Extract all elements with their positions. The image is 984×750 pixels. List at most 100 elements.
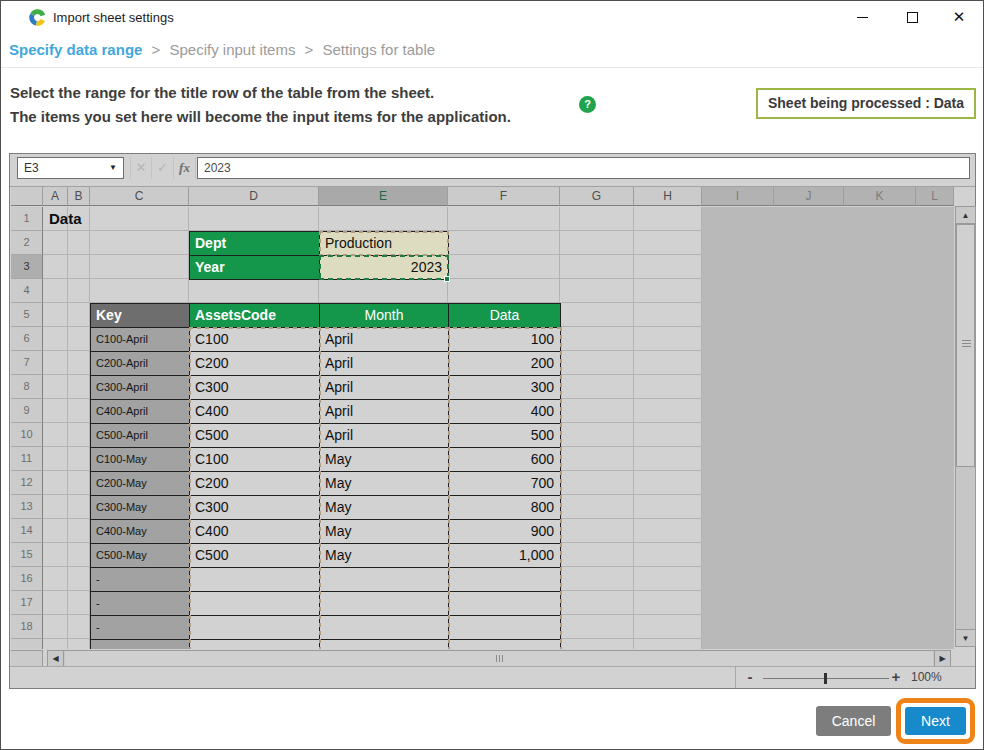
cell-H8[interactable] (634, 375, 702, 399)
cell-F1[interactable] (448, 207, 560, 231)
cell-H4[interactable] (634, 279, 702, 303)
row-header-17[interactable]: 17 (11, 591, 43, 615)
cell-G8[interactable] (560, 375, 634, 399)
cell-C13[interactable]: C300-May (90, 495, 190, 520)
cell-F8[interactable]: 300 (448, 375, 561, 400)
cell-F3[interactable] (448, 255, 560, 279)
cell-D6[interactable]: C100 (189, 327, 320, 352)
scroll-left-icon[interactable]: ◀ (48, 651, 64, 666)
maximize-button[interactable] (892, 3, 932, 31)
close-button[interactable]: ✕ (939, 3, 979, 31)
row-header-13[interactable]: 13 (11, 495, 43, 519)
cell-F10[interactable]: 500 (448, 423, 561, 448)
row-header-8[interactable]: 8 (11, 375, 43, 399)
cell-E9[interactable]: April (319, 399, 449, 424)
fill-handle[interactable] (444, 276, 450, 282)
cell-A4[interactable] (43, 279, 68, 303)
column-header-C[interactable]: C (90, 187, 189, 206)
cell-D11[interactable]: C100 (189, 447, 320, 472)
cell-A14[interactable] (43, 519, 68, 543)
cell-A15[interactable] (43, 543, 68, 567)
cell-A11[interactable] (43, 447, 68, 471)
cell-E11[interactable]: May (319, 447, 449, 472)
row-header-1[interactable]: 1 (11, 207, 43, 231)
cell-A8[interactable] (43, 375, 68, 399)
cell-B9[interactable] (68, 399, 90, 423)
cell-D15[interactable]: C500 (189, 543, 320, 568)
cancel-button[interactable]: Cancel (816, 706, 891, 736)
column-header-B[interactable]: B (68, 187, 90, 206)
cell-F7[interactable]: 200 (448, 351, 561, 376)
cell-B3[interactable] (68, 255, 90, 279)
name-box-dropdown-icon[interactable]: ▼ (106, 158, 120, 178)
cell-B16[interactable] (68, 567, 90, 591)
cell-E10[interactable]: April (319, 423, 449, 448)
cell-C2[interactable] (90, 231, 189, 255)
cell-E5[interactable]: Month (319, 303, 449, 328)
row-header-11[interactable]: 11 (11, 447, 43, 471)
cell-D17[interactable] (189, 591, 320, 616)
cell-H10[interactable] (634, 423, 702, 447)
row-header-6[interactable]: 6 (11, 327, 43, 351)
row-header-2[interactable]: 2 (11, 231, 43, 255)
column-header-G[interactable]: G (560, 187, 634, 206)
cell-H12[interactable] (634, 471, 702, 495)
cell-G19[interactable] (560, 639, 634, 649)
cell-D1[interactable] (189, 207, 319, 231)
name-box[interactable]: E3 ▼ (17, 157, 124, 179)
cell-B18[interactable] (68, 615, 90, 639)
zoom-in-button[interactable]: + (888, 667, 904, 687)
cell-F14[interactable]: 900 (448, 519, 561, 544)
cell-H19[interactable] (634, 639, 702, 649)
cell-C4[interactable] (90, 279, 189, 303)
formula-bar-input[interactable]: 2023 (197, 157, 970, 179)
cell-E17[interactable] (319, 591, 449, 616)
scroll-right-icon[interactable]: ▶ (934, 651, 950, 666)
cell-G6[interactable] (560, 327, 634, 351)
cell-E7[interactable]: April (319, 351, 449, 376)
row-header-9[interactable]: 9 (11, 399, 43, 423)
cell-E4[interactable] (319, 279, 448, 303)
zoom-out-button[interactable]: - (742, 667, 758, 687)
cell-G11[interactable] (560, 447, 634, 471)
row-header-3[interactable]: 3 (11, 255, 43, 279)
cell-E12[interactable]: May (319, 471, 449, 496)
cell-D18[interactable] (189, 615, 320, 640)
cell-G1[interactable] (560, 207, 634, 231)
cell-D9[interactable]: C400 (189, 399, 320, 424)
cell-F6[interactable]: 100 (448, 327, 561, 352)
cell-H1[interactable] (634, 207, 702, 231)
cell-D5[interactable]: AssetsCode (189, 303, 320, 328)
cell-G7[interactable] (560, 351, 634, 375)
cell-G15[interactable] (560, 543, 634, 567)
column-header-E[interactable]: E (319, 187, 448, 206)
cell-F16[interactable] (448, 567, 561, 592)
horizontal-scrollbar-thumb[interactable] (65, 651, 933, 666)
cell-C5[interactable]: Key (90, 303, 190, 328)
next-button[interactable]: Next (905, 707, 966, 735)
cell-C14[interactable]: C400-May (90, 519, 190, 544)
cell-F5[interactable]: Data (448, 303, 561, 328)
cell-F9[interactable]: 400 (448, 399, 561, 424)
cell-B6[interactable] (68, 327, 90, 351)
breadcrumb-step-3[interactable]: Settings for table (323, 41, 436, 58)
cell-A18[interactable] (43, 615, 68, 639)
column-header-H[interactable]: H (634, 187, 702, 206)
cell-C10[interactable]: C500-April (90, 423, 190, 448)
cell-E8[interactable]: April (319, 375, 449, 400)
cell-B4[interactable] (68, 279, 90, 303)
cell-C3[interactable] (90, 255, 189, 279)
column-header-J[interactable]: J (774, 187, 844, 206)
cell-C7[interactable]: C200-April (90, 351, 190, 376)
cell-F19[interactable] (448, 639, 561, 649)
zoom-slider-thumb[interactable] (824, 673, 827, 684)
cell-H9[interactable] (634, 399, 702, 423)
cell-C8[interactable]: C300-April (90, 375, 190, 400)
scroll-up-icon[interactable]: ▲ (956, 207, 975, 224)
cell-G13[interactable] (560, 495, 634, 519)
cell-B13[interactable] (68, 495, 90, 519)
horizontal-scrollbar[interactable]: ◀ ▶ (47, 650, 951, 667)
cell-B19[interactable] (68, 639, 90, 649)
cell-D12[interactable]: C200 (189, 471, 320, 496)
row-header-10[interactable]: 10 (11, 423, 43, 447)
